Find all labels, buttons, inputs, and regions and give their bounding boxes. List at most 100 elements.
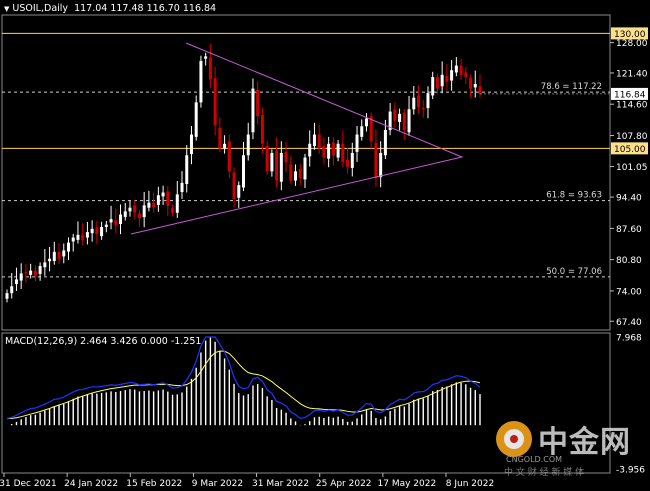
candle-body [66,242,70,252]
candle-body [166,191,170,206]
candle-body [147,202,151,208]
candles-group [5,44,482,303]
candle-body [379,152,383,178]
candle-body [459,65,463,75]
candle-body [256,89,260,117]
candle-body [33,270,37,277]
candle-body [398,113,402,122]
chart-window: 128.00 121.40 114.60 107.80 101.05 94.40 87.60… [0,0,650,491]
candle-body [412,97,416,110]
time-axis-label: 31 Mar 2022 [252,479,309,489]
candle-body [119,214,123,225]
candle-body [237,185,241,198]
candle-body [204,56,208,59]
candle-body [81,234,85,240]
price-tick-label: 121.40 [616,69,648,79]
candle-body [100,226,104,237]
time-axis-label: 15 Feb 2022 [126,479,182,489]
price-tick-label: 87.60 [616,225,642,235]
candle-body [445,75,449,82]
candle-body [76,234,80,240]
price-tick-label: 80.80 [616,256,642,266]
candle-body [265,146,269,172]
candle-body [473,83,477,88]
candle-body [374,142,378,179]
cngold-logo-icon [496,421,532,457]
candle-body [14,279,18,285]
candle-body [232,172,236,199]
candle-body [289,164,293,181]
candle-body [194,102,198,137]
candle-body [185,155,189,184]
candle-body [275,150,279,181]
candle-body [478,86,482,94]
candle-body [142,205,146,218]
ohlc-values: 117.04 117.48 116.70 116.84 [74,3,217,14]
candle-body [270,152,274,172]
candle-body [38,266,42,274]
candle-body [426,93,430,109]
candle-body [57,251,61,259]
candle-body [189,134,193,155]
price-tick-label: 101.05 [616,163,648,173]
time-axis-label: 9 Mar 2022 [192,479,243,489]
candle-body [24,272,28,274]
time-axis-label: 31 Dec 2021 [0,479,57,489]
candle-body [464,72,468,78]
candle-body [346,159,350,167]
candle-body [52,251,56,262]
triangle-down-icon[interactable]: ▼ [4,5,9,13]
candle-body [85,232,89,238]
candle-body [109,219,113,223]
candle-body [180,182,184,193]
candle-body [317,134,321,149]
candle-body [43,262,47,268]
fibo-level-label: 50.0 = 77.06 [546,267,602,277]
candle-body [355,134,359,152]
candle-body [260,115,264,144]
price-tick-label: 74.00 [616,287,642,297]
candle-body [322,146,326,158]
price-tag-label: 105.00 [614,145,646,155]
chart-header: ▼ USOIL,Daily 117.04 117.48 116.70 116.8… [4,3,216,15]
candle-body [435,77,439,89]
time-axis-label: 17 May 2022 [378,479,437,489]
candle-body [199,60,203,103]
candle-body [62,250,66,257]
candle-body [383,129,387,156]
candle-body [114,220,118,226]
price-tick-label: 128.00 [616,39,648,49]
candle-body [450,70,454,81]
candle-body [298,169,302,179]
candle-body [431,77,435,96]
price-tick-label: 67.40 [616,318,642,328]
time-axis-label: 24 Jan 2022 [64,479,118,489]
candle-body [421,108,425,110]
candle-body [137,213,141,219]
macd-label: MACD(12,26,9) 2.464 3.426 0.000 -1.251 [5,336,202,347]
candle-body [251,88,255,133]
candle-body [364,118,368,127]
watermark-tagline: 中 文 财 经 新 媒 体 [504,468,585,478]
candle-body [90,228,94,234]
candle-body [10,286,14,294]
watermark: 中金网 CNGOLD.COM 中 文 财 经 新 媒 体 [496,419,646,479]
candle-body [29,270,33,275]
candle-body [279,152,283,182]
candle-body [350,152,354,168]
candle-body [223,143,227,149]
candle-body [218,127,222,149]
candle-body [341,143,345,163]
candle-body [294,171,298,181]
candle-body [156,195,160,205]
fibo-level-label: 78.6 = 117.22 [541,82,602,92]
candle-body [327,143,331,159]
price-tick-label: 107.80 [616,132,648,142]
candle-body [242,155,245,188]
macd-header: MACD(12,26,9) 2.464 3.426 0.000 -1.251 [5,336,201,348]
candle-body [407,109,411,133]
candle-body [175,194,179,213]
candle-body [5,293,9,299]
candle-body [71,237,75,242]
candle-body [417,95,421,107]
